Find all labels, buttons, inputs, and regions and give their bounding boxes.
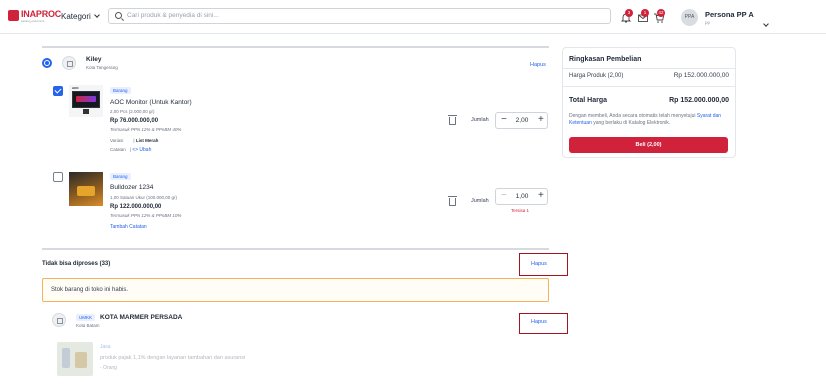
harga-label: Harga Produk (2,00) <box>569 73 624 79</box>
jumlah-label: Jumlah <box>471 117 489 123</box>
item-variasi: Variasi | List Merah <box>110 138 159 143</box>
total-value: Rp 152.000.000,00 <box>669 97 729 104</box>
store-delete-link[interactable]: Hapus <box>531 319 547 325</box>
kategori-label: Kategori <box>61 12 91 21</box>
increment-button[interactable]: + <box>538 190 544 201</box>
item-price: Rp 122.000.000,00 <box>110 204 162 210</box>
product-image-bulldozer[interactable] <box>69 172 103 206</box>
unprocessable-delete-link[interactable]: Hapus <box>531 261 547 267</box>
jumlah-label: Jumlah <box>471 198 489 204</box>
unprocessable-title: Tidak bisa diproses (33) <box>42 261 111 267</box>
umkk-badge: UMKK <box>76 314 96 321</box>
store-city: Kota Batam <box>76 323 100 328</box>
user-name[interactable]: Persona PP A <box>705 10 754 19</box>
item-price: Rp 76.000.000,00 <box>110 118 159 124</box>
notification-badge: 3 <box>625 9 633 17</box>
logo-text[interactable]: INAPROC <box>21 9 61 19</box>
user-role: pp <box>705 20 711 25</box>
item-tax: Termasuk PPN 12% & PPnBM 40% <box>110 127 182 132</box>
variasi-label: Variasi <box>110 138 124 143</box>
avatar[interactable]: PPA <box>681 9 698 26</box>
increment-button[interactable]: + <box>538 114 544 125</box>
item-qty-info: 1,00 Satuan Ukur (100.000,00 gr) <box>110 195 178 200</box>
item-checkbox[interactable] <box>53 86 63 96</box>
stock-warning-text: Stok barang di toko ini habis. <box>51 287 129 293</box>
item-tag: Jasa <box>100 344 111 350</box>
header-divider <box>0 33 826 34</box>
quantity-value[interactable]: 1,00 <box>513 193 531 200</box>
terms-note-pre: Dengan membeli, Anda secara otomatis tel… <box>569 113 696 119</box>
store-select-radio[interactable] <box>42 58 52 68</box>
item-tag: Barang <box>110 87 131 94</box>
store-name[interactable]: KOTA MARMER PERSADA <box>100 314 182 321</box>
quantity-stepper: − 2,00 + <box>495 112 548 129</box>
summary-divider <box>563 68 735 69</box>
cart-badge: 42 <box>657 9 665 17</box>
item-catatan: Catatan | <> Ubah <box>110 147 152 153</box>
summary-divider <box>563 86 735 87</box>
cart-top-divider <box>42 46 549 48</box>
trash-icon[interactable] <box>448 196 457 206</box>
terms-note-post: yang berlaku di Katalog Elektronik. <box>593 119 671 126</box>
section-divider <box>42 248 549 250</box>
kategori-dropdown[interactable]: Kategori <box>61 12 100 21</box>
harga-value: Rp 152.000.000,00 <box>673 72 729 79</box>
add-note-link[interactable]: Tambah Catatan <box>110 224 147 230</box>
item-qty-info: - Orang <box>100 365 117 371</box>
catatan-edit-link[interactable]: <> Ubah <box>132 147 151 153</box>
store-name[interactable]: Kiley <box>86 56 102 63</box>
mail-badge: 1 <box>641 9 649 17</box>
quantity-value[interactable]: 2,00 <box>513 117 531 124</box>
store-icon <box>62 56 76 70</box>
buy-button[interactable]: Beli (2,00) <box>569 137 728 153</box>
catatan-label: Catatan <box>110 147 126 152</box>
product-image-monitor[interactable]: AOC <box>69 85 103 117</box>
total-label: Total Harga <box>569 97 607 104</box>
trash-icon[interactable] <box>448 115 457 125</box>
search-icon <box>115 12 122 19</box>
user-menu-chevron-icon[interactable] <box>763 21 769 27</box>
store-delete-link[interactable]: Hapus <box>530 62 546 68</box>
logo-subtitle: katalog elektronik <box>21 19 45 23</box>
product-image-faded[interactable] <box>57 342 93 376</box>
item-name[interactable]: produk pajak 1,1% dengan layanan tambaha… <box>100 355 245 361</box>
item-qty-info: 2,00 Pcs (2.000,00 gr) <box>110 109 155 114</box>
store-icon <box>52 313 66 327</box>
summary-title: Ringkasan Pembelian <box>569 56 642 63</box>
search-placeholder: Cari produk & penyedia di sini... <box>127 12 219 19</box>
store-city: Kota Tangerang <box>86 65 118 70</box>
item-name[interactable]: AOC Monitor (Untuk Kantor) <box>110 99 192 106</box>
item-tax: Termasuk PPN 12% & PPnBM 10% <box>110 213 182 218</box>
logo-mark[interactable] <box>8 10 19 21</box>
item-tag: Barang <box>110 173 131 180</box>
stock-remaining: Tersisa 1 <box>511 208 530 213</box>
decrement-button[interactable]: − <box>501 114 507 125</box>
item-name[interactable]: Bulldozer 1234 <box>110 184 153 191</box>
decrement-button[interactable]: − <box>501 190 507 201</box>
item-checkbox[interactable] <box>53 172 63 182</box>
terms-note: Dengan membeli, Anda secara otomatis tel… <box>569 113 731 127</box>
variasi-value: List Merah <box>135 138 159 143</box>
chevron-down-icon <box>93 12 100 18</box>
quantity-stepper: − 1,00 + <box>495 188 548 205</box>
